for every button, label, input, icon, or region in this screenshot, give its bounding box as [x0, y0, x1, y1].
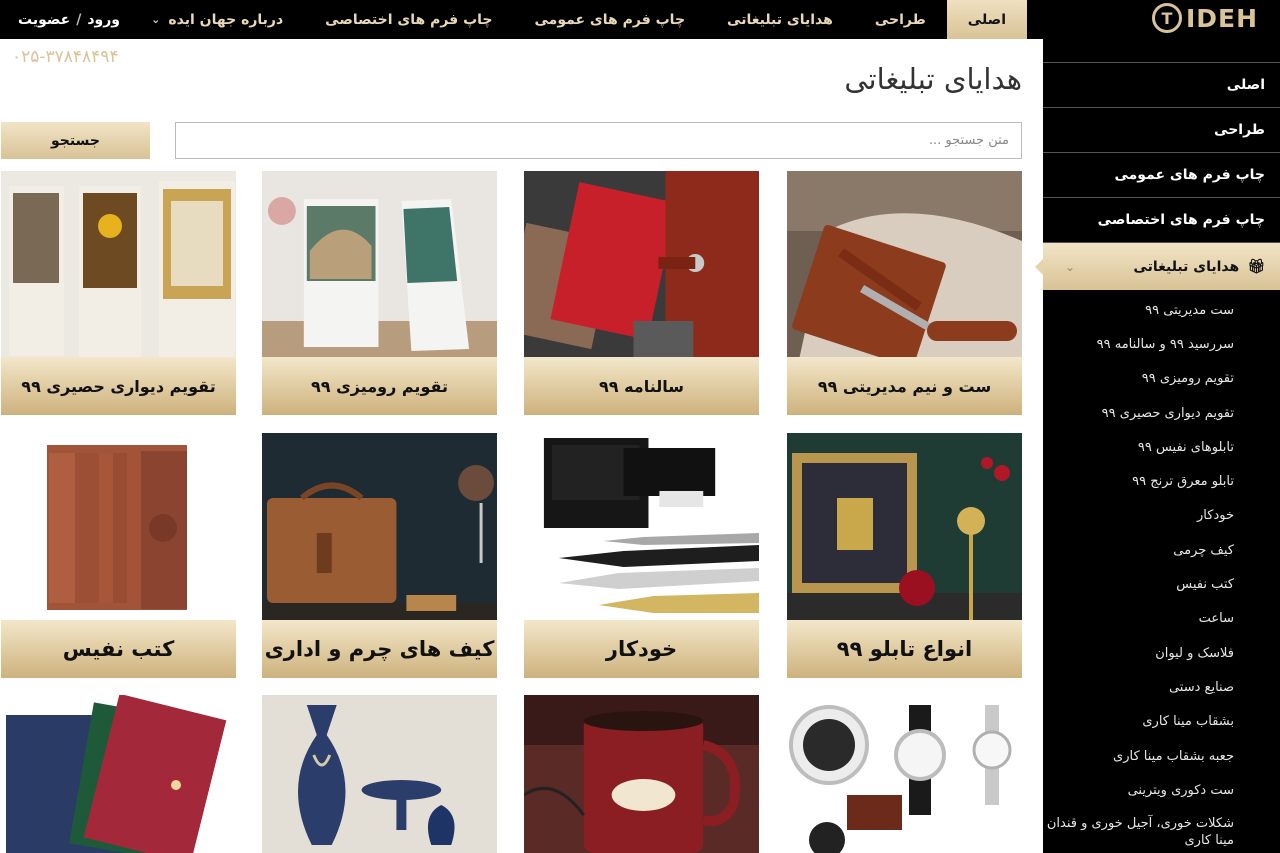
product-image-mug	[524, 695, 759, 853]
product-label: کیف های چرم و اداری	[262, 620, 497, 678]
auth-separator: /	[76, 11, 82, 28]
product-label: انواع تابلو ۹۹	[787, 620, 1022, 678]
product-card-wall-calendar[interactable]: تقویم دیواری حصیری ۹۹	[1, 171, 236, 415]
search-input[interactable]	[175, 122, 1022, 159]
sidebar-item-gifts[interactable]: 🎁︎ هدایای تبلیغاتی ⌄	[1035, 242, 1280, 290]
sidebar-item-home[interactable]: اصلی	[1043, 62, 1280, 107]
product-card-fine-books[interactable]: کتب نفیس	[1, 433, 236, 678]
top-navbar: اصلی طراحی هدایای تبلیغاتی چاپ فرم های ع…	[0, 0, 1043, 39]
topnav-gifts[interactable]: هدایای تبلیغاتی	[706, 0, 854, 39]
logo-text: IDEH	[1185, 3, 1258, 33]
sidebar-item-label: هدایای تبلیغاتی	[1133, 258, 1240, 275]
phone-number: ۰۲۵-۳۷۸۴۸۴۹۴	[12, 47, 119, 67]
product-label: تقویم رومیزی ۹۹	[262, 357, 497, 415]
product-card-management-set[interactable]: ست و نیم مدیریتی ۹۹	[787, 171, 1022, 415]
gift-icon: 🎁︎	[1247, 258, 1265, 275]
product-image-folders	[1, 695, 236, 853]
sidebar: T IDEH اصلی طراحی چاپ فرم های عمومی چاپ …	[1035, 0, 1280, 853]
submenu-item[interactable]: صنایع دستی	[1043, 671, 1280, 705]
submenu-item[interactable]: تقویم دیواری حصیری ۹۹	[1043, 397, 1280, 431]
product-card-folders[interactable]	[1, 695, 236, 853]
submenu-item[interactable]: جعبه بشقاب مینا کاری	[1043, 740, 1280, 774]
submenu-item[interactable]: سررسید ۹۹ و سالنامه ۹۹	[1043, 328, 1280, 362]
sidebar-submenu: ست مدیریتی ۹۹ سررسید ۹۹ و سالنامه ۹۹ تقو…	[1043, 290, 1280, 852]
submenu-item[interactable]: تابلو معرق ترنج ۹۹	[1043, 465, 1280, 499]
product-image-clocks	[787, 695, 1022, 853]
submenu-item[interactable]: ست دکوری ویترینی	[1043, 774, 1280, 808]
sidebar-menu: اصلی طراحی چاپ فرم های عمومی چاپ فرم های…	[1035, 62, 1280, 852]
product-card-desk-calendar[interactable]: تقویم رومیزی ۹۹	[262, 171, 497, 415]
logo-mark: T	[1151, 3, 1182, 33]
product-card-planner[interactable]: سالنامه ۹۹	[524, 171, 759, 415]
top-nav: اصلی طراحی هدایای تبلیغاتی چاپ فرم های ع…	[130, 0, 1027, 39]
submenu-item[interactable]: بشقاب مینا کاری	[1043, 706, 1280, 740]
chevron-down-icon: ⌄	[151, 13, 161, 26]
product-label: ست و نیم مدیریتی ۹۹	[787, 357, 1022, 415]
sidebar-item-custom-forms[interactable]: چاپ فرم های اختصاصی	[1043, 197, 1280, 242]
submenu-item[interactable]: کیف چرمی	[1043, 534, 1280, 568]
submenu-item[interactable]: تابلوهای نفیس ۹۹	[1043, 431, 1280, 465]
product-label: تقویم دیواری حصیری ۹۹	[1, 357, 236, 415]
submenu-item[interactable]: ساعت	[1043, 603, 1280, 637]
page-title: هدایای تبلیغاتی	[844, 62, 1022, 96]
submenu-item[interactable]: شکلات خوری، آجیل خوری و قندان مینا کاری	[1043, 808, 1280, 852]
product-card-frames[interactable]: انواع تابلو ۹۹	[787, 433, 1022, 678]
submenu-item[interactable]: تقویم رومیزی ۹۹	[1043, 363, 1280, 397]
product-card-clocks[interactable]	[787, 695, 1022, 853]
search-button[interactable]: جستجو	[1, 122, 150, 159]
product-label: کتب نفیس	[1, 620, 236, 678]
topnav-about[interactable]: درباره جهان ایده ⌄	[130, 0, 304, 39]
submenu-item[interactable]: فلاسک و لیوان	[1043, 637, 1280, 671]
topnav-custom-forms[interactable]: چاپ فرم های اختصاصی	[304, 0, 513, 39]
product-image-enamel-vases	[262, 695, 497, 853]
sidebar-item-general-forms[interactable]: چاپ فرم های عمومی	[1043, 152, 1280, 197]
topnav-general-forms[interactable]: چاپ فرم های عمومی	[514, 0, 707, 39]
submenu-item[interactable]: خودکار	[1043, 500, 1280, 534]
submenu-item[interactable]: ست مدیریتی ۹۹	[1043, 294, 1280, 328]
product-label: سالنامه ۹۹	[524, 357, 759, 415]
chevron-down-icon: ⌄	[1065, 259, 1076, 274]
product-card-pens[interactable]: خودکار	[524, 433, 759, 678]
product-card-enamel-vases[interactable]	[262, 695, 497, 853]
auth-links: ورود / عضویت	[18, 0, 120, 39]
topnav-home[interactable]: اصلی	[946, 0, 1027, 39]
submenu-item[interactable]: کتب نفیس	[1043, 568, 1280, 602]
product-card-mug[interactable]	[524, 695, 759, 853]
login-link[interactable]: ورود	[87, 12, 120, 28]
sidebar-item-design[interactable]: طراحی	[1043, 107, 1280, 152]
topnav-about-label: درباره جهان ایده	[168, 11, 284, 28]
product-card-leather-bags[interactable]: کیف های چرم و اداری	[262, 433, 497, 678]
product-label: خودکار	[524, 620, 759, 678]
site-logo[interactable]: T IDEH	[1151, 0, 1258, 36]
topnav-design[interactable]: طراحی	[854, 0, 947, 39]
register-link[interactable]: عضویت	[18, 12, 70, 28]
